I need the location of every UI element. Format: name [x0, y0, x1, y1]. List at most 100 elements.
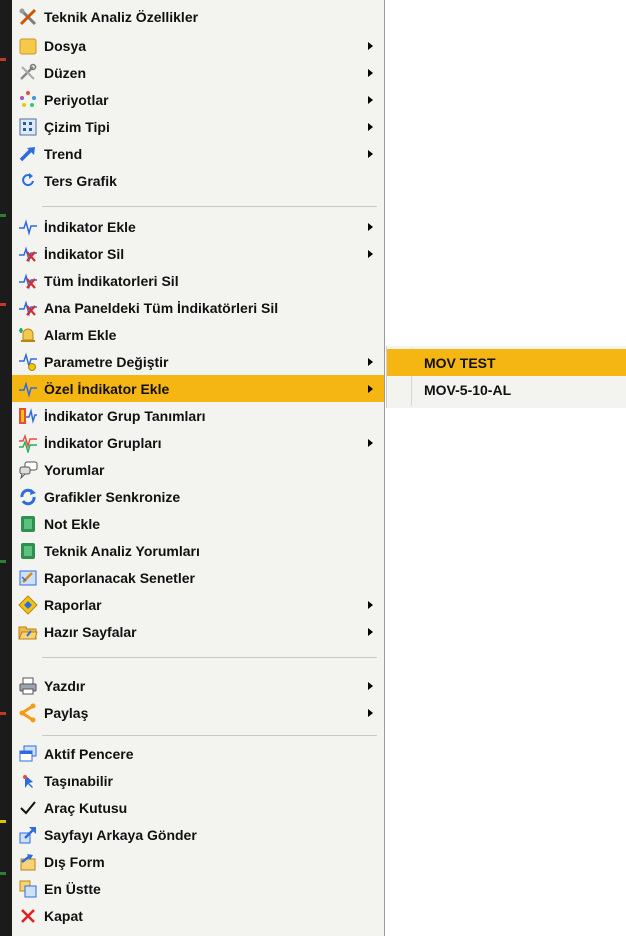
- menu-item-label: Hazır Sayfalar: [44, 623, 137, 640]
- menu-item-sayfayi-arkaya-gonder[interactable]: Sayfayı Arkaya Gönder: [12, 821, 384, 848]
- menu-item-label: Parametre Değiştir: [44, 353, 169, 370]
- menu-item-hazir-sayfalar[interactable]: Hazır Sayfalar: [12, 618, 384, 645]
- menu-item-label: Taşınabilir: [44, 772, 113, 789]
- custom-indicator-icon: [18, 379, 38, 399]
- trend-arrow-icon: [18, 144, 38, 164]
- comments-icon: [18, 460, 38, 480]
- submenu-arrow-icon: [368, 222, 373, 231]
- menu-item-label: Alarm Ekle: [44, 326, 117, 343]
- menu-item-cizim-tipi[interactable]: Çizim Tipi: [12, 113, 384, 140]
- reports-icon: [18, 594, 38, 615]
- menu-item-trend[interactable]: Trend: [12, 140, 384, 167]
- menu-item-tum-indikatorleri-sil[interactable]: Tüm İndikatorleri Sil: [12, 267, 384, 294]
- submenu-item-mov-test[interactable]: MOV TEST: [387, 349, 626, 376]
- indicator-add-icon: [18, 217, 38, 237]
- submenu-arrow-icon: [368, 438, 373, 447]
- folder-icon: [18, 36, 38, 56]
- menu-item-dis-form[interactable]: Dış Form: [12, 848, 384, 875]
- menu-item-label: Sayfayı Arkaya Gönder: [44, 826, 197, 843]
- menu-item-teknik-analiz-ozellikler[interactable]: Teknik Analiz Özellikler: [12, 3, 384, 30]
- sync-icon: [18, 487, 38, 507]
- menu-item-paylas[interactable]: Paylaş: [12, 699, 384, 726]
- indicator-groups-icon: [18, 433, 38, 453]
- submenu-arrow-icon: [368, 149, 373, 158]
- menu-separator: [42, 206, 377, 207]
- submenu-arrow-icon: [368, 681, 373, 690]
- movable-cursor-icon: [18, 771, 38, 791]
- menu-item-yazdir[interactable]: Yazdır: [12, 672, 384, 699]
- menu-item-label: Trend: [44, 145, 83, 162]
- submenu-arrow-icon: [368, 357, 373, 366]
- menu-item-indikator-grup-tanimlari[interactable]: İndikator Grup Tanımları: [12, 402, 384, 429]
- submenu-item-label: MOV TEST: [424, 354, 496, 371]
- indicator-delete-all-icon: [18, 271, 38, 291]
- report-edit-icon: [18, 568, 38, 588]
- submenu-item-mov-5-10-al[interactable]: MOV-5-10-AL: [387, 376, 626, 403]
- submenu-arrow-icon: [368, 600, 373, 609]
- menu-item-kapat[interactable]: Kapat: [12, 902, 384, 929]
- menu-item-grafikler-senkronize[interactable]: Grafikler Senkronize: [12, 483, 384, 510]
- custom-indicator-submenu: MOV TEST MOV-5-10-AL: [386, 346, 626, 408]
- menu-item-label: Çizim Tipi: [44, 118, 110, 135]
- periods-cycle-icon: [18, 90, 38, 110]
- checkmark-icon: [18, 798, 38, 818]
- note-icon: [18, 514, 38, 534]
- external-form-icon: [18, 852, 38, 872]
- menu-item-label: Paylaş: [44, 704, 89, 721]
- open-folder-icon: [18, 622, 38, 642]
- on-top-icon: [18, 879, 38, 899]
- menu-item-label: Dış Form: [44, 853, 105, 870]
- background-window-edge: [0, 0, 12, 936]
- menu-item-teknik-analiz-yorumlari[interactable]: Teknik Analiz Yorumları: [12, 537, 384, 564]
- menu-item-arac-kutusu[interactable]: Araç Kutusu: [12, 794, 384, 821]
- indicator-delete-panel-icon: [18, 298, 38, 318]
- tools-cross-icon: [18, 7, 38, 27]
- menu-item-label: Kapat: [44, 907, 83, 924]
- menu-item-raporlar[interactable]: Raporlar: [12, 591, 384, 618]
- submenu-arrow-icon: [368, 708, 373, 717]
- menu-item-label: Teknik Analiz Özellikler: [44, 8, 199, 25]
- menu-separator: [42, 735, 377, 736]
- menu-item-label: Periyotlar: [44, 91, 109, 108]
- menu-item-label: Araç Kutusu: [44, 799, 128, 816]
- menu-item-periyotlar[interactable]: Periyotlar: [12, 86, 384, 113]
- menu-item-duzen[interactable]: Düzen: [12, 59, 384, 86]
- submenu-arrow-icon: [368, 95, 373, 104]
- menu-item-label: En Üstte: [44, 880, 101, 897]
- menu-item-label: İndikator Grupları: [44, 434, 162, 451]
- submenu-arrow-icon: [368, 627, 373, 636]
- menu-item-not-ekle[interactable]: Not Ekle: [12, 510, 384, 537]
- chart-context-menu: Teknik Analiz Özellikler Dosya Düzen Per…: [12, 0, 385, 936]
- menu-item-indikator-gruplari[interactable]: İndikator Grupları: [12, 429, 384, 456]
- menu-item-raporlanacak-senetler[interactable]: Raporlanacak Senetler: [12, 564, 384, 591]
- alarm-bell-icon: [18, 325, 38, 345]
- menu-item-ana-paneldeki-tum-indikatorleri-sil[interactable]: Ana Paneldeki Tüm İndikatörleri Sil: [12, 294, 384, 321]
- menu-item-label: Tüm İndikatorleri Sil: [44, 272, 179, 289]
- menu-item-indikator-sil[interactable]: İndikator Sil: [12, 240, 384, 267]
- reverse-arrows-icon: [18, 171, 38, 191]
- menu-item-tasinabilir[interactable]: Taşınabilir: [12, 767, 384, 794]
- menu-separator: [42, 657, 377, 658]
- menu-item-label: Raporlar: [44, 596, 102, 613]
- send-back-icon: [18, 825, 38, 845]
- menu-item-label: Grafikler Senkronize: [44, 488, 181, 505]
- menu-item-label: Yazdır: [44, 677, 86, 694]
- menu-item-parametre-degistir[interactable]: Parametre Değiştir: [12, 348, 384, 375]
- analysis-note-icon: [18, 541, 38, 561]
- menu-item-label: Ters Grafik: [44, 172, 117, 189]
- menu-item-label: İndikator Ekle: [44, 218, 136, 235]
- menu-item-ozel-indikator-ekle[interactable]: Özel İndikator Ekle: [12, 375, 384, 402]
- menu-item-aktif-pencere[interactable]: Aktif Pencere: [12, 740, 384, 767]
- share-icon: [18, 703, 38, 723]
- submenu-arrow-icon: [368, 122, 373, 131]
- menu-item-ters-grafik[interactable]: Ters Grafik: [12, 167, 384, 194]
- menu-item-yorumlar[interactable]: Yorumlar: [12, 456, 384, 483]
- menu-item-label: Düzen: [44, 64, 86, 81]
- menu-item-alarm-ekle[interactable]: Alarm Ekle: [12, 321, 384, 348]
- menu-item-label: İndikator Grup Tanımları: [44, 407, 206, 424]
- indicator-group-define-icon: [18, 406, 38, 426]
- menu-item-en-ustte[interactable]: En Üstte: [12, 875, 384, 902]
- menu-item-dosya[interactable]: Dosya: [12, 32, 384, 59]
- submenu-arrow-icon: [368, 68, 373, 77]
- menu-item-indikator-ekle[interactable]: İndikator Ekle: [12, 213, 384, 240]
